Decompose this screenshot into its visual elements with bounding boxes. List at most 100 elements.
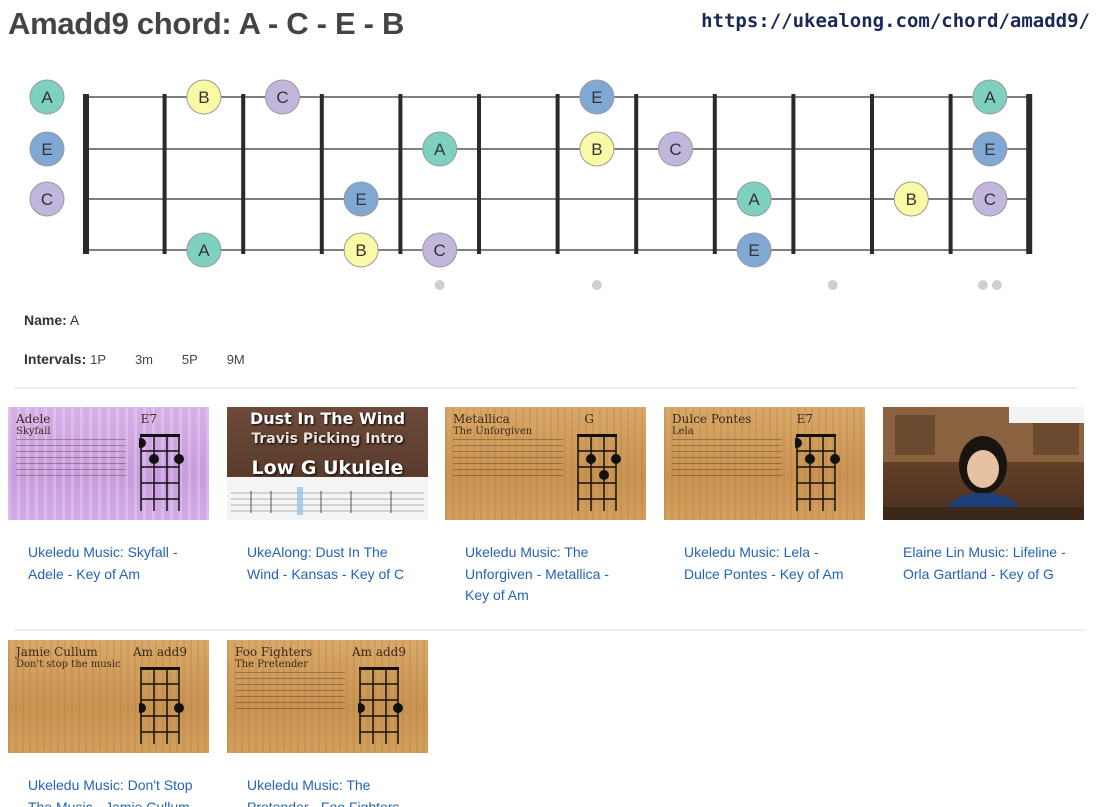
name-value: A [69, 312, 80, 328]
thumb-line-3: Low G Ukulele [251, 457, 404, 479]
video-title-link[interactable]: Ukeledu Music: Don't Stop The Music - Ja… [28, 775, 198, 807]
thumb-chord: E7 [140, 412, 157, 426]
interval-4: 9M [226, 352, 245, 367]
fretboard-svg: A B C E A E A B C E C E A B C A B C E [29, 79, 1033, 290]
note-label: A [434, 140, 446, 159]
note-label: B [198, 88, 209, 107]
interval-3: 5P [181, 352, 198, 367]
interval-1: 1P [90, 352, 107, 367]
thumb-artist: Metallica [453, 412, 510, 426]
chord-name-row: Name: A [24, 312, 79, 328]
note-label: A [748, 190, 760, 209]
note-label: A [984, 88, 996, 107]
person-photo-icon [883, 407, 1084, 520]
thumb-song: The Unforgiven [453, 426, 533, 437]
video-card[interactable]: Dust In The Wind Travis Picking Intro Lo… [227, 407, 428, 585]
note-label: E [591, 88, 602, 107]
intervals-row: Intervals: 1P 3m 5P 9M [24, 351, 270, 367]
section-divider [14, 387, 1078, 389]
video-card[interactable]: Dulce Pontes Lela E7 Ukeledu Music: Lela… [664, 407, 865, 585]
fret-3 [319, 94, 324, 254]
note-label: C [434, 241, 446, 260]
tablature-icon [231, 487, 424, 515]
chord-diagram-icon [577, 434, 621, 511]
name-label: Name: [24, 312, 67, 328]
note-label: C [276, 88, 288, 107]
video-card[interactable]: Jamie Cullum Don't stop the music Am add… [8, 640, 209, 807]
video-title-link[interactable]: Ukeledu Music: Lela - Dulce Pontes - Key… [684, 542, 854, 585]
chord-diagram-icon [139, 667, 184, 744]
note-label: C [41, 190, 53, 209]
thumb-song: Lela [672, 426, 694, 437]
chord-diagram-icon [795, 434, 840, 511]
thumb-song: Skyfall [16, 426, 51, 437]
lyrics-lines [16, 439, 126, 481]
fret-6 [555, 94, 560, 254]
video-title-link[interactable]: Elaine Lin Music: Lifeline - Orla Gartla… [903, 542, 1073, 585]
note-label: B [906, 190, 917, 209]
video-card[interactable]: Elaine Lin Music: Lifeline - Orla Gartla… [883, 407, 1084, 585]
fret-8 [712, 94, 717, 254]
video-title-link[interactable]: UkeAlong: Dust In The Wind - Kansas - Ke… [247, 542, 417, 585]
video-card[interactable]: Metallica The Unforgiven G Ukeledu Music… [445, 407, 646, 607]
inlay-dot [977, 280, 988, 290]
thumb-chord: E7 [796, 412, 813, 426]
video-thumbnail[interactable]: Jamie Cullum Don't stop the music Am add… [8, 640, 209, 753]
video-card[interactable]: Foo Fighters The Pretender Am add9 Ukele… [227, 640, 428, 807]
note-label: E [748, 241, 759, 260]
video-thumbnail[interactable] [883, 407, 1084, 520]
note-label: C [984, 190, 996, 209]
note-label: C [669, 140, 681, 159]
fret-7 [634, 94, 639, 254]
thumb-song: The Pretender [235, 659, 309, 670]
inlay-dot [434, 280, 445, 290]
note-label: E [355, 190, 366, 209]
fret-5 [477, 94, 481, 254]
fret-11 [948, 94, 953, 254]
video-card[interactable]: Adele Skyfall E7 Ukeledu Music: Skyfall … [8, 407, 209, 585]
fret-12 [1026, 94, 1033, 254]
page-url[interactable]: https://ukealong.com/chord/amadd9/ [701, 10, 1090, 32]
note-label: E [984, 140, 995, 159]
note-label: B [355, 241, 366, 260]
section-divider [14, 629, 1086, 631]
thumb-chord: Am add9 [132, 645, 187, 659]
video-thumbnail[interactable]: Dulce Pontes Lela E7 [664, 407, 865, 520]
thumb-artist: Adele [16, 412, 51, 426]
fret-2 [241, 94, 246, 254]
inlay-dot [991, 280, 1002, 290]
video-title-link[interactable]: Ukeledu Music: The Pretender - Foo Fight… [247, 775, 417, 807]
fret-10 [870, 94, 874, 254]
thumb-line-1: Dust In The Wind [249, 409, 406, 428]
thumb-line-2: Travis Picking Intro [251, 431, 404, 447]
thumb-song: Don't stop the music [16, 659, 121, 670]
thumb-artist: Dulce Pontes [672, 412, 752, 426]
inlay-dot [827, 280, 838, 290]
lyrics-lines [453, 439, 563, 481]
thumb-artist: Foo Fighters [235, 645, 313, 659]
note-label: B [591, 140, 602, 159]
video-thumbnail[interactable]: Metallica The Unforgiven G [445, 407, 646, 520]
inlay-dot [591, 280, 602, 290]
fret-9 [791, 94, 796, 254]
video-thumbnail[interactable]: Adele Skyfall E7 [8, 407, 209, 520]
chord-diagram-icon [139, 434, 184, 511]
thumb-chord: G [584, 412, 594, 426]
video-title-link[interactable]: Ukeledu Music: Skyfall - Adele - Key of … [28, 542, 198, 585]
fret-1 [162, 94, 167, 254]
interval-2: 3m [134, 352, 153, 367]
fretboard-diagram: A B C E A E A B C E C E A B C A B C E [0, 60, 1100, 310]
thumb-chord: Am add9 [351, 645, 406, 659]
video-thumbnail[interactable]: Foo Fighters The Pretender Am add9 [227, 640, 428, 753]
intervals-label: Intervals: [24, 351, 87, 367]
note-label: E [41, 140, 52, 159]
video-thumbnail[interactable]: Dust In The Wind Travis Picking Intro Lo… [227, 407, 428, 520]
lyrics-lines [235, 672, 345, 714]
page-title: Amadd9 chord: A - C - E - B [8, 6, 405, 41]
thumb-artist: Jamie Cullum [16, 645, 98, 659]
video-title-link[interactable]: Ukeledu Music: The Unforgiven - Metallic… [465, 542, 635, 607]
fret-4 [398, 94, 403, 254]
note-label: A [41, 88, 53, 107]
lyrics-lines [672, 439, 782, 481]
note-label: A [198, 241, 210, 260]
